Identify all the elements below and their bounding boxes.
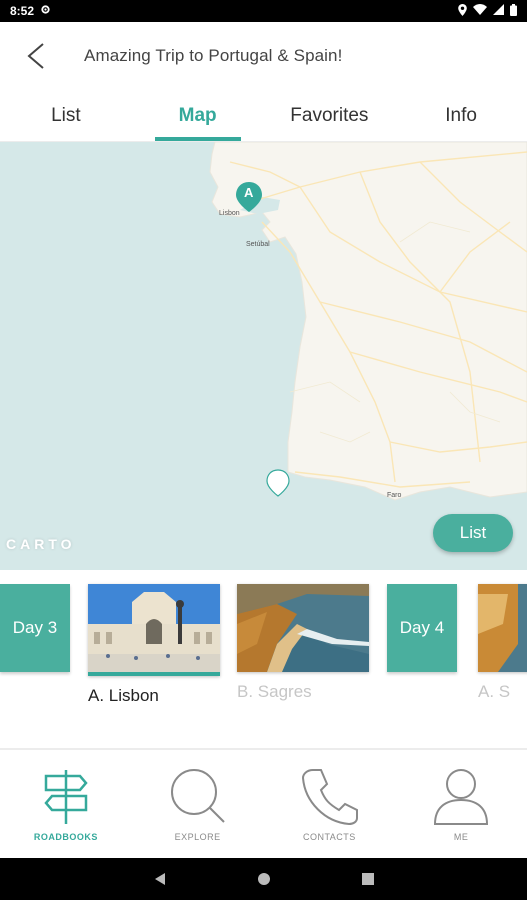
map-view[interactable]: A Lisbon Setúbal Faro CARTO List	[0, 142, 527, 570]
city-label-lisbon: Lisbon	[219, 210, 240, 217]
tab-favorites[interactable]: Favorites	[264, 90, 396, 141]
page-title: Amazing Trip to Portugal & Spain!	[84, 46, 343, 65]
tab-info[interactable]: Info	[395, 90, 527, 141]
place-name-next: A. S	[478, 682, 511, 701]
place-card-next[interactable]: A. S	[478, 584, 527, 702]
place-card-lisbon[interactable]: A. Lisbon	[88, 584, 220, 706]
phone-icon	[302, 769, 359, 826]
status-bar: 8:52	[0, 0, 527, 22]
nav-contacts[interactable]: CONTACTS	[264, 752, 396, 858]
triangle-back-icon	[154, 873, 165, 885]
battery-icon	[510, 3, 517, 19]
carto-attribution: CARTO	[6, 536, 76, 552]
place-name-lisbon: A. Lisbon	[88, 686, 159, 705]
person-icon	[434, 769, 489, 825]
status-time: 8:52	[10, 4, 35, 18]
nav-label-me: ME	[453, 832, 469, 842]
map-marker-b[interactable]	[266, 469, 290, 497]
app-header: Amazing Trip to Portugal & Spain!	[0, 22, 527, 90]
signpost-icon	[44, 770, 88, 824]
tab-list[interactable]: List	[0, 90, 132, 141]
search-icon	[170, 769, 225, 823]
itinerary-carousel[interactable]: Day 3 A. Lisbon B. Sagres Day 4 A. S	[0, 570, 527, 750]
map-canvas	[209, 142, 527, 501]
nav-label-contacts: CONTACTS	[302, 832, 356, 842]
nav-label-roadbooks: ROADBOOKS	[33, 832, 98, 842]
nav-label-explore: EXPLORE	[174, 832, 221, 842]
place-name-sagres: B. Sagres	[237, 682, 312, 701]
signal-icon	[493, 4, 504, 18]
list-view-button[interactable]: List	[433, 514, 513, 552]
marker-a-label: A	[244, 185, 254, 200]
nav-explore[interactable]: EXPLORE	[132, 752, 264, 858]
place-image-lisbon	[88, 584, 220, 676]
system-back-button[interactable]	[153, 872, 167, 886]
place-image-sagres	[237, 584, 369, 672]
back-button[interactable]	[0, 22, 70, 90]
square-recents-icon	[361, 873, 374, 885]
city-label-setubal: Setúbal	[246, 241, 270, 248]
place-card-sagres[interactable]: B. Sagres	[237, 584, 369, 702]
tab-bar: List Map Favorites Info	[0, 90, 527, 142]
day-card-3[interactable]: Day 3	[0, 584, 70, 672]
place-image-next	[478, 584, 527, 672]
nav-me[interactable]: ME	[395, 752, 527, 858]
nav-roadbooks[interactable]: ROADBOOKS	[0, 752, 132, 858]
status-icons	[458, 3, 517, 19]
location-icon	[458, 3, 467, 19]
system-navigation-bar	[0, 858, 527, 900]
circle-home-icon	[257, 873, 270, 885]
wifi-icon	[473, 4, 487, 18]
system-home-button[interactable]	[257, 872, 271, 886]
back-arrow-icon	[27, 43, 44, 69]
system-recents-button[interactable]	[361, 872, 375, 886]
city-label-faro: Faro	[387, 492, 402, 499]
bottom-navigation: ROADBOOKS EXPLORE CONTACTS ME	[0, 752, 527, 858]
tab-map[interactable]: Map	[132, 90, 264, 141]
settings-icon	[40, 4, 51, 18]
day-card-4[interactable]: Day 4	[387, 584, 457, 672]
